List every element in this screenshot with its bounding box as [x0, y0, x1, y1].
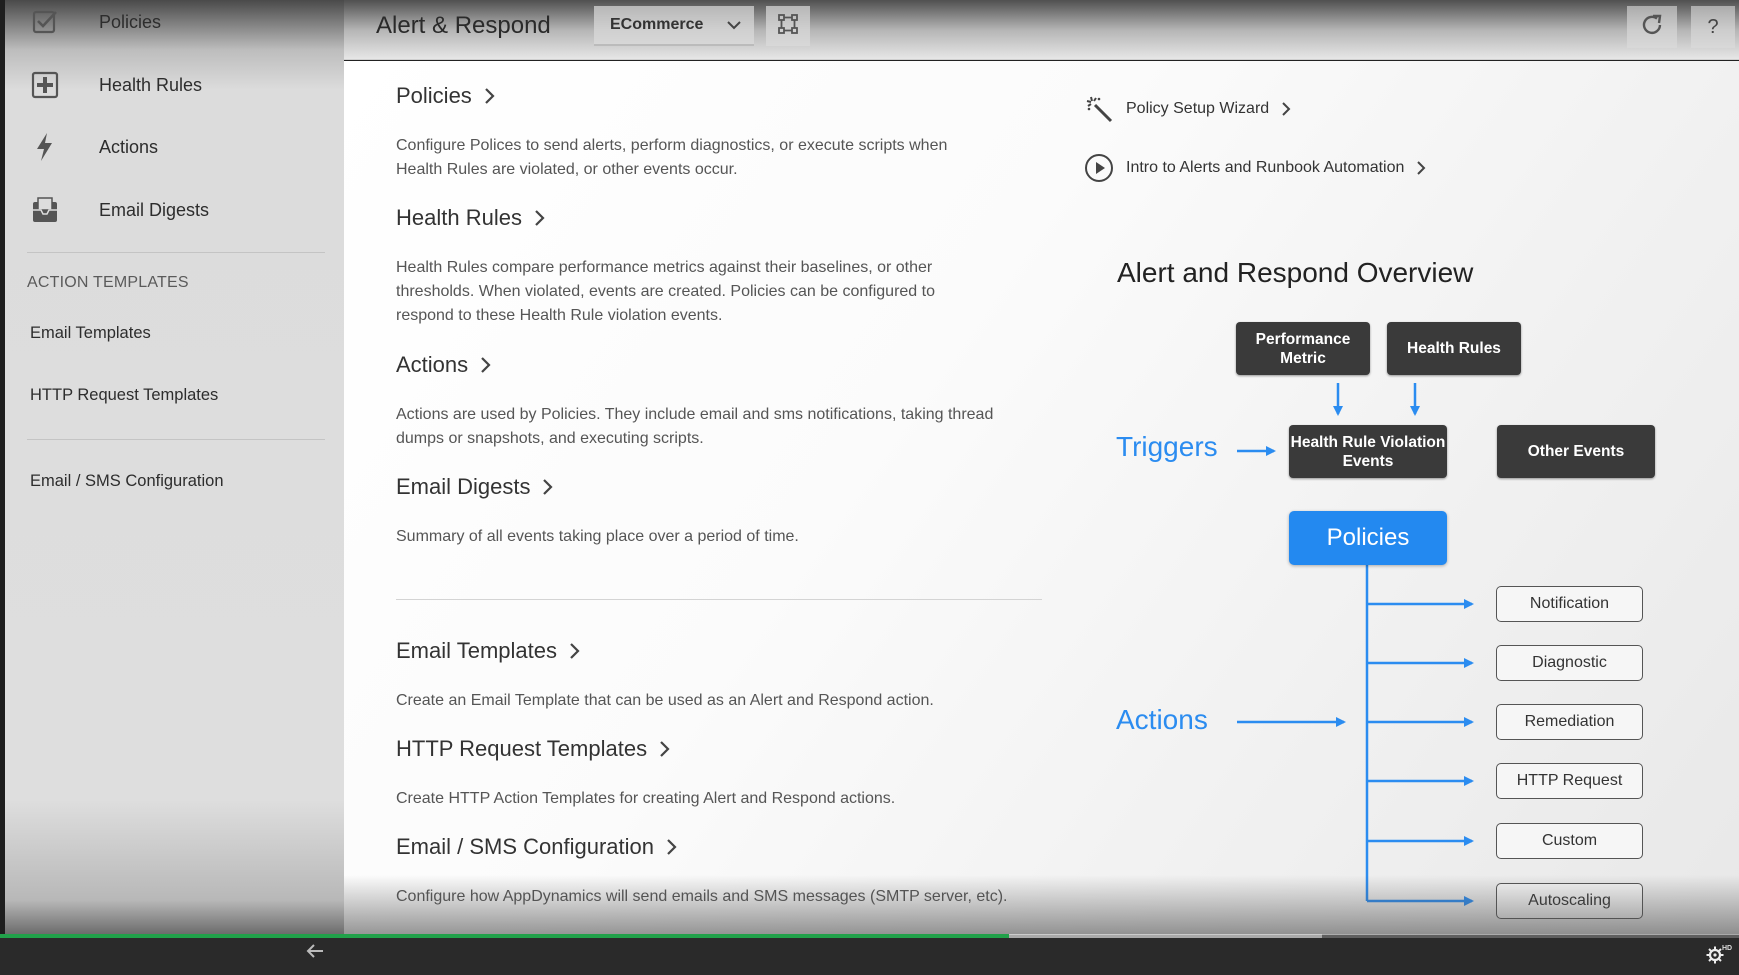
chevron-right-icon [659, 740, 671, 758]
plus-box-icon [29, 69, 61, 101]
sidebar-divider [27, 439, 325, 440]
section-title-email-digests[interactable]: Email Digests [396, 474, 554, 500]
flow-map-button[interactable] [766, 6, 810, 46]
main-content: Policies Configure Polices to send alert… [344, 61, 1739, 935]
sidebar-item-actions[interactable]: Actions [5, 122, 335, 172]
section-title-text: HTTP Request Templates [396, 736, 648, 761]
chevron-right-icon [569, 642, 581, 660]
section-title-text: Email Templates [396, 638, 557, 663]
chevron-right-icon [480, 356, 492, 374]
play-circle-icon [1084, 153, 1114, 183]
video-progress-bar[interactable] [0, 934, 1009, 938]
magic-wand-icon [1084, 94, 1114, 124]
chevron-right-icon [1416, 160, 1426, 176]
application-select[interactable]: ECommerce [594, 6, 754, 46]
diagram-action-notification: Notification [1496, 586, 1643, 622]
chevron-right-icon [534, 209, 546, 227]
video-controls-bar [0, 935, 1739, 975]
section-description: Health Rules compare performance metrics… [396, 259, 935, 324]
topology-icon [777, 13, 799, 40]
diagram-action-diagnostic: Diagnostic [1496, 645, 1643, 681]
page-title: Alert & Respond [376, 12, 551, 39]
intro-alerts-runbook-link[interactable]: Intro to Alerts and Runbook Automation [1084, 153, 1426, 183]
diagram-other-events: Other Events [1497, 425, 1655, 478]
chevron-right-icon [1281, 101, 1291, 117]
sidebar-divider [27, 252, 325, 253]
sidebar: Policies Health Rules Actions Email Dige… [0, 0, 344, 935]
diagram-health-rules: Health Rules [1387, 322, 1521, 375]
section-title-text: Email / SMS Configuration [396, 834, 654, 859]
section-description: Actions are used by Policies. They inclu… [396, 406, 994, 447]
chevron-right-icon [542, 478, 554, 496]
chevron-right-icon [666, 838, 678, 856]
sidebar-section-title: ACTION TEMPLATES [27, 274, 189, 291]
section-title-actions[interactable]: Actions [396, 352, 492, 378]
diagram-actions-label: Actions [1116, 704, 1208, 735]
collapse-sidebar-button[interactable] [300, 940, 330, 966]
header: Alert & Respond ECommerce ? [344, 0, 1739, 60]
diagram-action-remediation: Remediation [1496, 704, 1643, 740]
section-title-text: Policies [396, 83, 472, 108]
section-title-health-rules[interactable]: Health Rules [396, 205, 546, 231]
diagram-action-http-request: HTTP Request [1496, 763, 1643, 799]
section-description: Configure Polices to send alerts, perfor… [396, 137, 948, 178]
diagram-triggers-label: Triggers [1116, 431, 1218, 462]
sidebar-item-email-sms-configuration[interactable]: Email / SMS Configuration [30, 472, 224, 491]
refresh-icon [1639, 12, 1665, 43]
checkbox-icon [29, 6, 61, 38]
sidebar-item-label: Health Rules [99, 74, 203, 95]
section-description: Create HTTP Action Templates for creatin… [396, 790, 896, 807]
arrow-left-icon [305, 943, 325, 964]
mail-tray-icon [29, 194, 61, 226]
chevron-right-icon [484, 87, 496, 105]
lightning-icon [29, 131, 61, 163]
application-select-value: ECommerce [610, 16, 704, 33]
sidebar-item-email-digests[interactable]: Email Digests [5, 185, 335, 235]
section-title-text: Email Digests [396, 474, 531, 499]
section-description: Create an Email Template that can be use… [396, 692, 934, 709]
diagram-action-custom: Custom [1496, 823, 1643, 859]
section-title-email-sms-configuration[interactable]: Email / SMS Configuration [396, 834, 678, 860]
policy-setup-wizard-link[interactable]: Policy Setup Wizard [1084, 94, 1291, 124]
sidebar-item-label: Email Digests [99, 199, 210, 220]
refresh-button[interactable] [1627, 6, 1677, 48]
sidebar-item-email-templates[interactable]: Email Templates [30, 324, 151, 343]
section-description: Configure how AppDynamics will send emai… [396, 888, 1008, 905]
sidebar-item-label: Actions [99, 136, 159, 157]
sidebar-item-http-request-templates[interactable]: HTTP Request Templates [30, 386, 218, 405]
help-button[interactable]: ? [1691, 6, 1735, 48]
diagram-performance-metric: Performance Metric [1236, 322, 1370, 375]
diagram-violation-events: Health Rule Violation Events [1289, 425, 1447, 478]
diagram-title: Alert and Respond Overview [1117, 257, 1474, 288]
section-title-text: Health Rules [396, 205, 522, 230]
section-title-http-request-templates[interactable]: HTTP Request Templates [396, 736, 671, 762]
section-title-email-templates[interactable]: Email Templates [396, 638, 581, 664]
section-title-text: Actions [396, 352, 469, 377]
section-description: Summary of all events taking place over … [396, 528, 799, 545]
sidebar-item-health-rules[interactable]: Health Rules [5, 60, 335, 110]
sidebar-item-label: Policies [99, 11, 162, 32]
hd-badge: HD [1722, 945, 1733, 952]
diagram-action-autoscaling: Autoscaling [1496, 883, 1643, 919]
chevron-down-icon [726, 17, 742, 38]
quick-link-label: Intro to Alerts and Runbook Automation [1126, 159, 1405, 176]
quick-link-label: Policy Setup Wizard [1126, 100, 1270, 117]
sidebar-item-policies[interactable]: Policies [5, 0, 335, 47]
section-title-policies[interactable]: Policies [396, 83, 496, 109]
content-divider [396, 599, 1042, 600]
diagram-policies: Policies [1289, 511, 1447, 565]
